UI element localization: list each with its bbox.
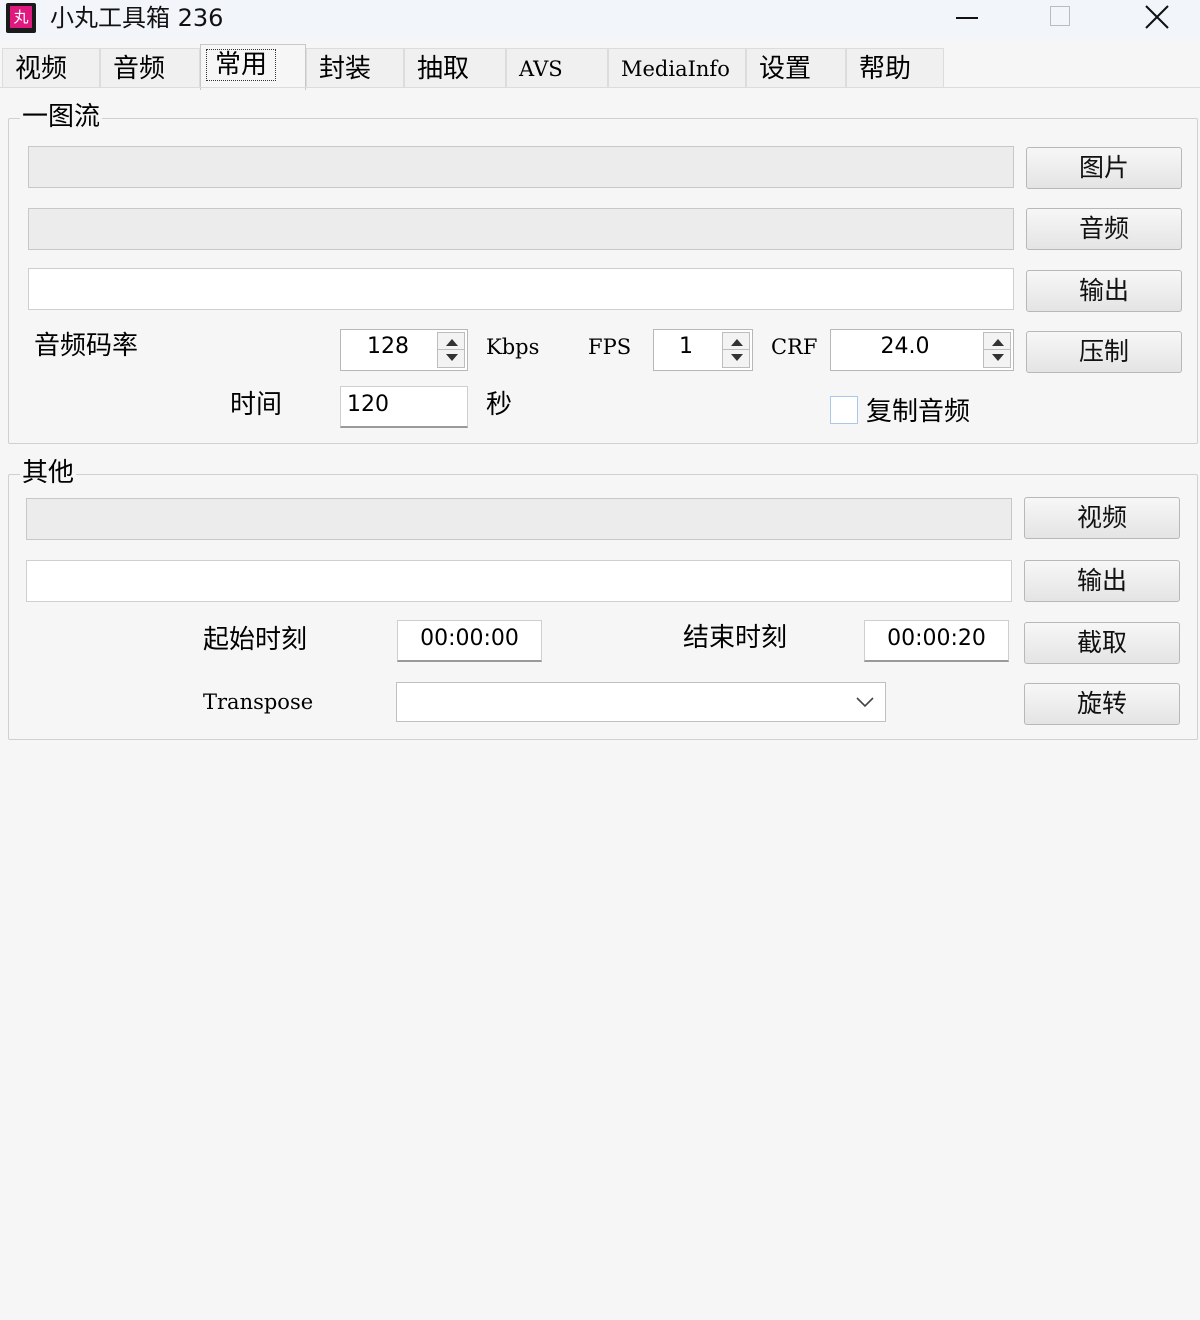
image-path-field[interactable] xyxy=(28,146,1014,188)
time-label: 时间 xyxy=(230,390,283,420)
end-time-input[interactable]: 00:00:20 xyxy=(864,620,1009,662)
time-input[interactable]: 120 xyxy=(340,386,468,428)
spin-up-icon[interactable] xyxy=(992,339,1004,346)
fps-spin-arrows[interactable] xyxy=(722,332,750,368)
bitrate-unit: Kbps xyxy=(486,335,540,359)
tab-audio[interactable]: 音频 xyxy=(100,48,200,88)
audio-button[interactable]: 音频 xyxy=(1026,208,1182,250)
start-time-input[interactable]: 00:00:00 xyxy=(397,620,542,662)
copy-audio-label[interactable]: 复制音频 xyxy=(866,396,970,428)
fps-value[interactable]: 1 xyxy=(654,330,718,370)
start-time-label: 起始时刻 xyxy=(203,625,308,655)
app-icon: 丸 xyxy=(6,3,36,33)
window-title: 小丸工具箱 236 xyxy=(50,4,224,32)
fps-label: FPS xyxy=(588,335,632,359)
cut-button[interactable]: 截取 xyxy=(1024,622,1180,664)
other-output-button[interactable]: 输出 xyxy=(1024,560,1180,602)
group-other-title: 其他 xyxy=(20,458,77,488)
minimize-button[interactable] xyxy=(918,0,1014,36)
tab-common[interactable]: 常用 xyxy=(200,44,306,90)
rotate-button[interactable]: 旋转 xyxy=(1024,683,1180,725)
crf-spin-arrows[interactable] xyxy=(983,332,1011,368)
tab-divider xyxy=(0,87,1200,88)
spin-down-icon[interactable] xyxy=(731,354,743,361)
maximize-icon xyxy=(1050,6,1070,26)
tab-label: 视频 xyxy=(15,54,68,84)
video-path-field[interactable] xyxy=(26,498,1012,540)
tab-extract[interactable]: 抽取 xyxy=(404,48,506,88)
group-single-image-title: 一图流 xyxy=(20,102,103,132)
title-bar[interactable]: 丸 小丸工具箱 236 xyxy=(0,0,1200,40)
bitrate-spin-arrows[interactable] xyxy=(437,332,465,368)
output-button[interactable]: 输出 xyxy=(1026,270,1182,312)
tab-strip: 视频 音频 常用 封装 抽取 AVS MediaInfo 设置 帮助 xyxy=(0,44,1200,90)
tab-mediainfo[interactable]: MediaInfo xyxy=(608,48,746,88)
minimize-icon xyxy=(956,17,978,19)
transpose-label: Transpose xyxy=(203,690,314,714)
tab-label: 封装 xyxy=(319,54,372,84)
tab-label: 设置 xyxy=(759,54,812,84)
tab-label: 常用 xyxy=(205,49,277,81)
app-icon-glyph: 丸 xyxy=(10,6,32,28)
tab-avs[interactable]: AVS xyxy=(506,48,608,88)
encode-button[interactable]: 压制 xyxy=(1026,331,1182,373)
transpose-select[interactable] xyxy=(396,682,886,722)
tab-label: AVS xyxy=(519,57,563,81)
tab-label: MediaInfo xyxy=(621,57,730,81)
crf-label: CRF xyxy=(771,335,818,359)
spin-down-icon[interactable] xyxy=(992,354,1004,361)
tab-help[interactable]: 帮助 xyxy=(846,48,944,88)
crf-value[interactable]: 24.0 xyxy=(831,330,979,370)
audio-path-field[interactable] xyxy=(28,208,1014,250)
chevron-down-icon[interactable] xyxy=(855,695,875,709)
tab-mux[interactable]: 封装 xyxy=(306,48,404,88)
video-button[interactable]: 视频 xyxy=(1024,497,1180,539)
close-button[interactable] xyxy=(1108,0,1200,36)
other-output-path-field[interactable] xyxy=(26,560,1012,602)
bitrate-label: 音频码率 xyxy=(34,331,139,361)
tab-label: 帮助 xyxy=(859,54,912,84)
spin-up-icon[interactable] xyxy=(731,339,743,346)
output-path-field[interactable] xyxy=(28,268,1014,310)
bitrate-stepper[interactable]: 128 xyxy=(340,329,468,371)
spin-up-icon[interactable] xyxy=(446,339,458,346)
fps-stepper[interactable]: 1 xyxy=(653,329,753,371)
crf-stepper[interactable]: 24.0 xyxy=(830,329,1014,371)
copy-audio-checkbox[interactable] xyxy=(830,396,858,424)
image-button[interactable]: 图片 xyxy=(1026,147,1182,189)
tab-label: 抽取 xyxy=(417,54,470,84)
bitrate-value[interactable]: 128 xyxy=(341,330,435,370)
close-icon xyxy=(1145,5,1169,29)
tab-settings[interactable]: 设置 xyxy=(746,48,846,88)
end-time-label: 结束时刻 xyxy=(683,623,788,653)
maximize-button[interactable] xyxy=(1012,0,1108,36)
tab-label: 音频 xyxy=(113,54,166,84)
time-unit: 秒 xyxy=(486,390,513,420)
spin-down-icon[interactable] xyxy=(446,354,458,361)
tab-video[interactable]: 视频 xyxy=(2,48,100,88)
